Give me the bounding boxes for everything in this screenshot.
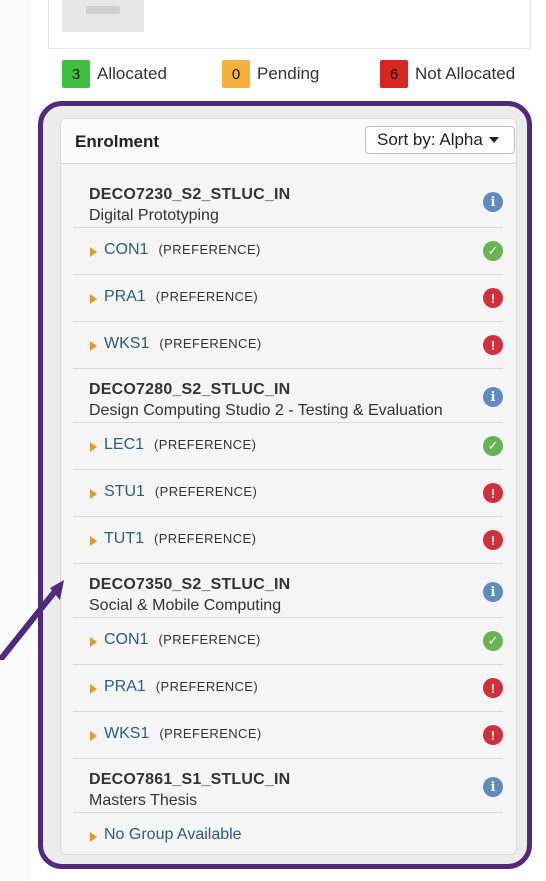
expand-arrow-icon[interactable]: [90, 294, 97, 304]
caret-down-icon: [488, 137, 499, 143]
group-row[interactable]: PRA1 (PREFERENCE)!: [73, 665, 503, 712]
info-icon[interactable]: i: [483, 582, 503, 602]
no-group-row[interactable]: No Group Available: [73, 813, 503, 859]
enrolment-highlight: Enrolment Sort by: Alpha DECO7230_S2_STL…: [38, 101, 532, 869]
legend-not-allocated-label: Not Allocated: [415, 64, 516, 83]
sort-label: Sort by: Alpha: [377, 130, 483, 149]
expand-arrow-icon[interactable]: [90, 637, 97, 647]
group-code[interactable]: WKS1 (PREFERENCE): [104, 335, 262, 353]
enrolment-panel: Enrolment Sort by: Alpha DECO7230_S2_STL…: [60, 118, 517, 855]
group-code[interactable]: CON1 (PREFERENCE): [104, 631, 261, 649]
course-row: DECO7230_S2_STLUC_IN Digital Prototyping i: [73, 174, 503, 228]
group-preference: (PREFERENCE): [154, 484, 258, 499]
course-name: Digital Prototyping: [89, 207, 219, 224]
expand-arrow-icon[interactable]: [90, 442, 97, 452]
exclamation-circle-icon: !: [483, 483, 503, 503]
legend-pending-label: Pending: [257, 64, 320, 83]
legend-allocated-label: Allocated: [97, 64, 167, 83]
expand-arrow-icon[interactable]: [90, 684, 97, 694]
group-row[interactable]: CON1 (PREFERENCE) ✓: [73, 228, 503, 275]
expand-arrow-icon[interactable]: [90, 489, 97, 499]
thumbnail-placeholder: [62, 0, 144, 32]
group-row[interactable]: PRA1 (PREFERENCE)!: [73, 275, 503, 322]
group-code-label[interactable]: WKS1: [104, 725, 149, 742]
group-preference: (PREFERENCE): [155, 679, 259, 694]
course-row: DECO7350_S2_STLUC_IN Social & Mobile Comp…: [73, 564, 503, 618]
no-group-label[interactable]: No Group Available: [104, 826, 242, 844]
group-code-label[interactable]: STU1: [104, 483, 145, 500]
expand-arrow-icon[interactable]: [90, 536, 97, 546]
group-code[interactable]: STU1 (PREFERENCE): [104, 483, 257, 501]
course-row: DECO7861_S1_STLUC_IN Masters Thesis i: [73, 759, 503, 813]
allocated-count-badge: 3: [62, 60, 90, 88]
enrolment-header: Enrolment Sort by: Alpha: [61, 119, 516, 164]
expand-arrow-icon[interactable]: [90, 341, 97, 351]
group-code-label[interactable]: TUT1: [104, 530, 144, 547]
group-row[interactable]: WKS1 (PREFERENCE)!: [73, 322, 503, 369]
group-preference: (PREFERENCE): [154, 437, 257, 452]
group-code[interactable]: CON1 (PREFERENCE): [104, 241, 261, 259]
group-row[interactable]: STU1 (PREFERENCE)!: [73, 470, 503, 517]
group-preference: (PREFERENCE): [158, 632, 261, 647]
group-preference: (PREFERENCE): [158, 242, 261, 257]
pending-count-badge: 0: [222, 60, 250, 88]
group-code[interactable]: LEC1 (PREFERENCE): [104, 436, 256, 454]
group-row[interactable]: LEC1 (PREFERENCE) ✓: [73, 423, 503, 470]
exclamation-circle-icon: !: [483, 678, 503, 698]
group-code-label[interactable]: PRA1: [104, 678, 146, 695]
course-code: DECO7280_S2_STLUC_IN: [89, 381, 291, 398]
check-circle-icon: ✓: [483, 241, 503, 261]
group-row[interactable]: WKS1 (PREFERENCE)!: [73, 712, 503, 759]
group-code-label[interactable]: WKS1: [104, 335, 149, 352]
course-code: DECO7350_S2_STLUC_IN: [89, 576, 291, 593]
group-preference: (PREFERENCE): [159, 336, 262, 351]
info-icon[interactable]: i: [483, 387, 503, 407]
arrow-pointer: [0, 580, 64, 660]
check-circle-icon: ✓: [483, 436, 503, 456]
group-code[interactable]: TUT1 (PREFERENCE): [104, 530, 256, 548]
enrolment-title: Enrolment: [75, 132, 160, 151]
course-name: Masters Thesis: [89, 792, 198, 809]
group-preference: (PREFERENCE): [154, 531, 257, 546]
info-icon[interactable]: i: [483, 192, 503, 212]
expand-arrow-icon[interactable]: [90, 731, 97, 741]
group-preference: (PREFERENCE): [155, 289, 259, 304]
sort-dropdown[interactable]: Sort by: Alpha: [365, 126, 515, 154]
group-preference: (PREFERENCE): [159, 726, 262, 741]
expand-arrow-icon[interactable]: [90, 247, 97, 257]
not-allocated-count-badge: 6: [380, 60, 408, 88]
allocation-legend: 3 Allocated 0 Pending 6 Not Allocated: [0, 60, 546, 90]
expand-arrow-icon[interactable]: [90, 832, 97, 842]
course-name: Social & Mobile Computing: [89, 597, 282, 614]
group-code-label[interactable]: CON1: [104, 631, 148, 648]
course-code: DECO7230_S2_STLUC_IN: [89, 186, 291, 203]
exclamation-circle-icon: !: [483, 288, 503, 308]
legend-not-allocated: 6 Not Allocated: [380, 60, 515, 88]
course-row: DECO7280_S2_STLUC_IN Design Computing Stu…: [73, 369, 503, 423]
course-name: Design Computing Studio 2 - Testing & Ev…: [89, 402, 443, 419]
group-row[interactable]: CON1 (PREFERENCE) ✓: [73, 618, 503, 665]
check-circle-icon: ✓: [483, 631, 503, 651]
exclamation-circle-icon: !: [483, 530, 503, 550]
legend-pending: 0 Pending: [222, 60, 319, 88]
legend-allocated: 3 Allocated: [62, 60, 167, 88]
enrolment-list: DECO7230_S2_STLUC_IN Digital Prototyping i…: [73, 174, 503, 859]
group-code-label[interactable]: CON1: [104, 241, 148, 258]
exclamation-circle-icon: !: [483, 335, 503, 355]
group-code[interactable]: PRA1 (PREFERENCE): [104, 678, 258, 696]
group-code-label[interactable]: LEC1: [104, 436, 144, 453]
group-code-label[interactable]: PRA1: [104, 288, 146, 305]
group-code[interactable]: PRA1 (PREFERENCE): [104, 288, 258, 306]
group-code[interactable]: WKS1 (PREFERENCE): [104, 725, 262, 743]
exclamation-circle-icon: !: [483, 725, 503, 745]
page-left-margin: [0, 0, 30, 881]
course-code: DECO7861_S1_STLUC_IN: [89, 771, 291, 788]
group-row[interactable]: TUT1 (PREFERENCE)!: [73, 517, 503, 564]
info-icon[interactable]: i: [483, 777, 503, 797]
